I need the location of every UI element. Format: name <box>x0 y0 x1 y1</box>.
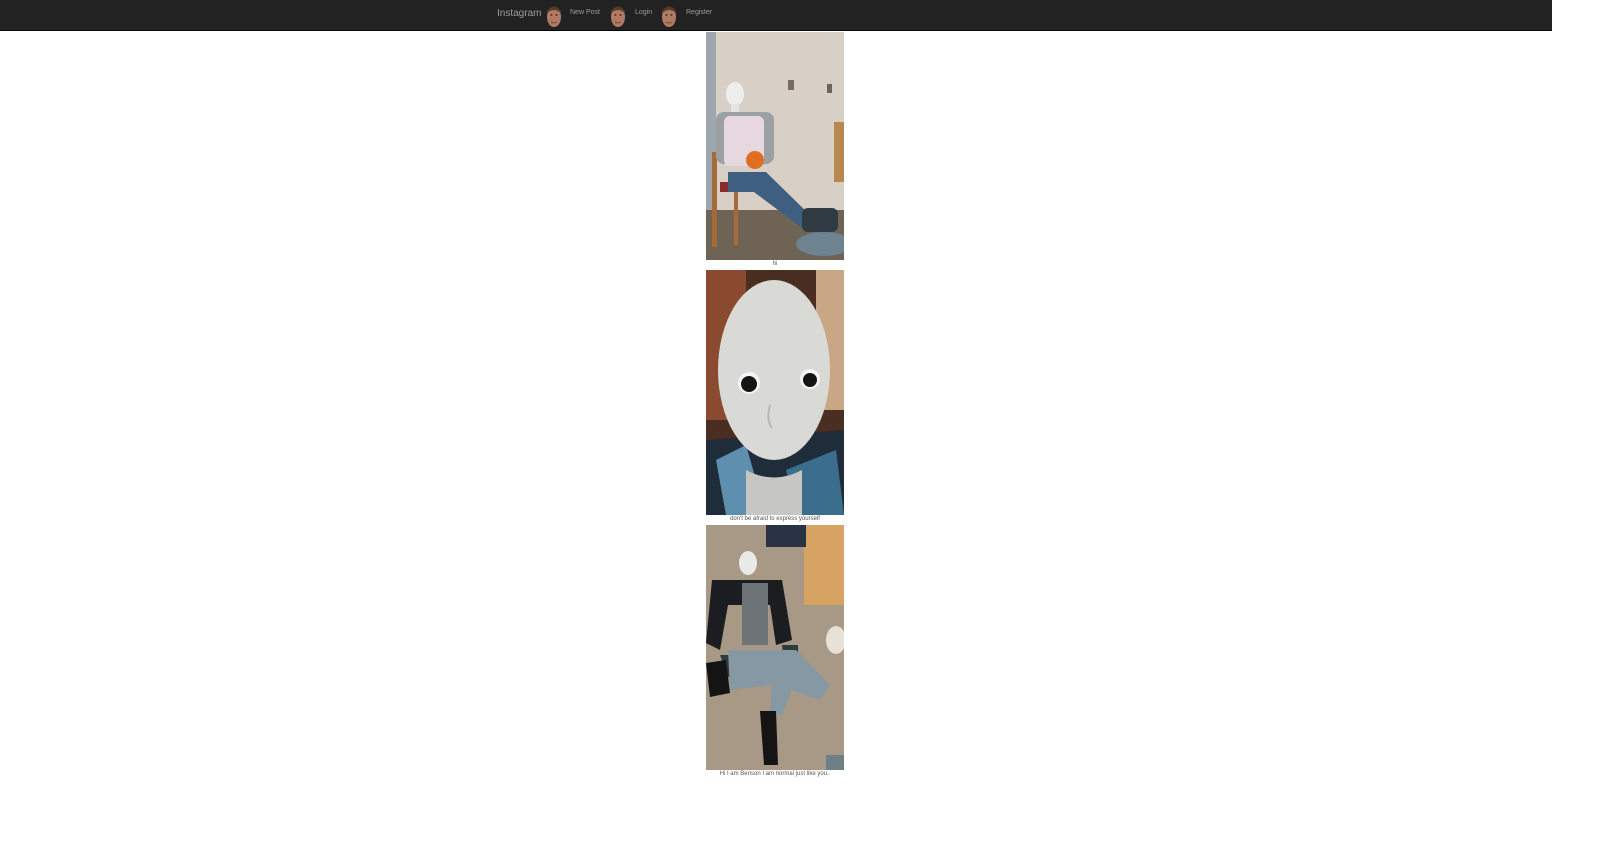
nav-register-link[interactable]: Register <box>686 9 712 16</box>
nav-login-link[interactable]: Login <box>635 9 652 16</box>
post-photo[interactable] <box>706 32 844 260</box>
post-card: hi <box>706 32 844 270</box>
profile-avatar-icon <box>544 2 564 30</box>
top-navbar: Instagram New Post Login Register <box>0 0 1552 31</box>
post-caption: hi <box>772 261 778 267</box>
nav-new-post-link[interactable]: New Post <box>570 9 600 16</box>
post-card: Hi I am Benson I am normal just like you… <box>706 525 844 780</box>
profile-avatar-icon <box>659 2 679 30</box>
post-photo[interactable] <box>706 270 844 515</box>
post-caption: Hi I am Benson I am normal just like you… <box>719 771 831 777</box>
post-caption: don't be afraid to express yourself <box>730 516 820 522</box>
post-card: don't be afraid to express yourself <box>706 270 844 525</box>
post-photo[interactable] <box>706 525 844 770</box>
profile-avatar-icon <box>608 2 628 30</box>
brand-link[interactable]: Instagram <box>497 8 541 19</box>
post-feed: hi don't be afraid to express yourself H… <box>706 32 844 780</box>
